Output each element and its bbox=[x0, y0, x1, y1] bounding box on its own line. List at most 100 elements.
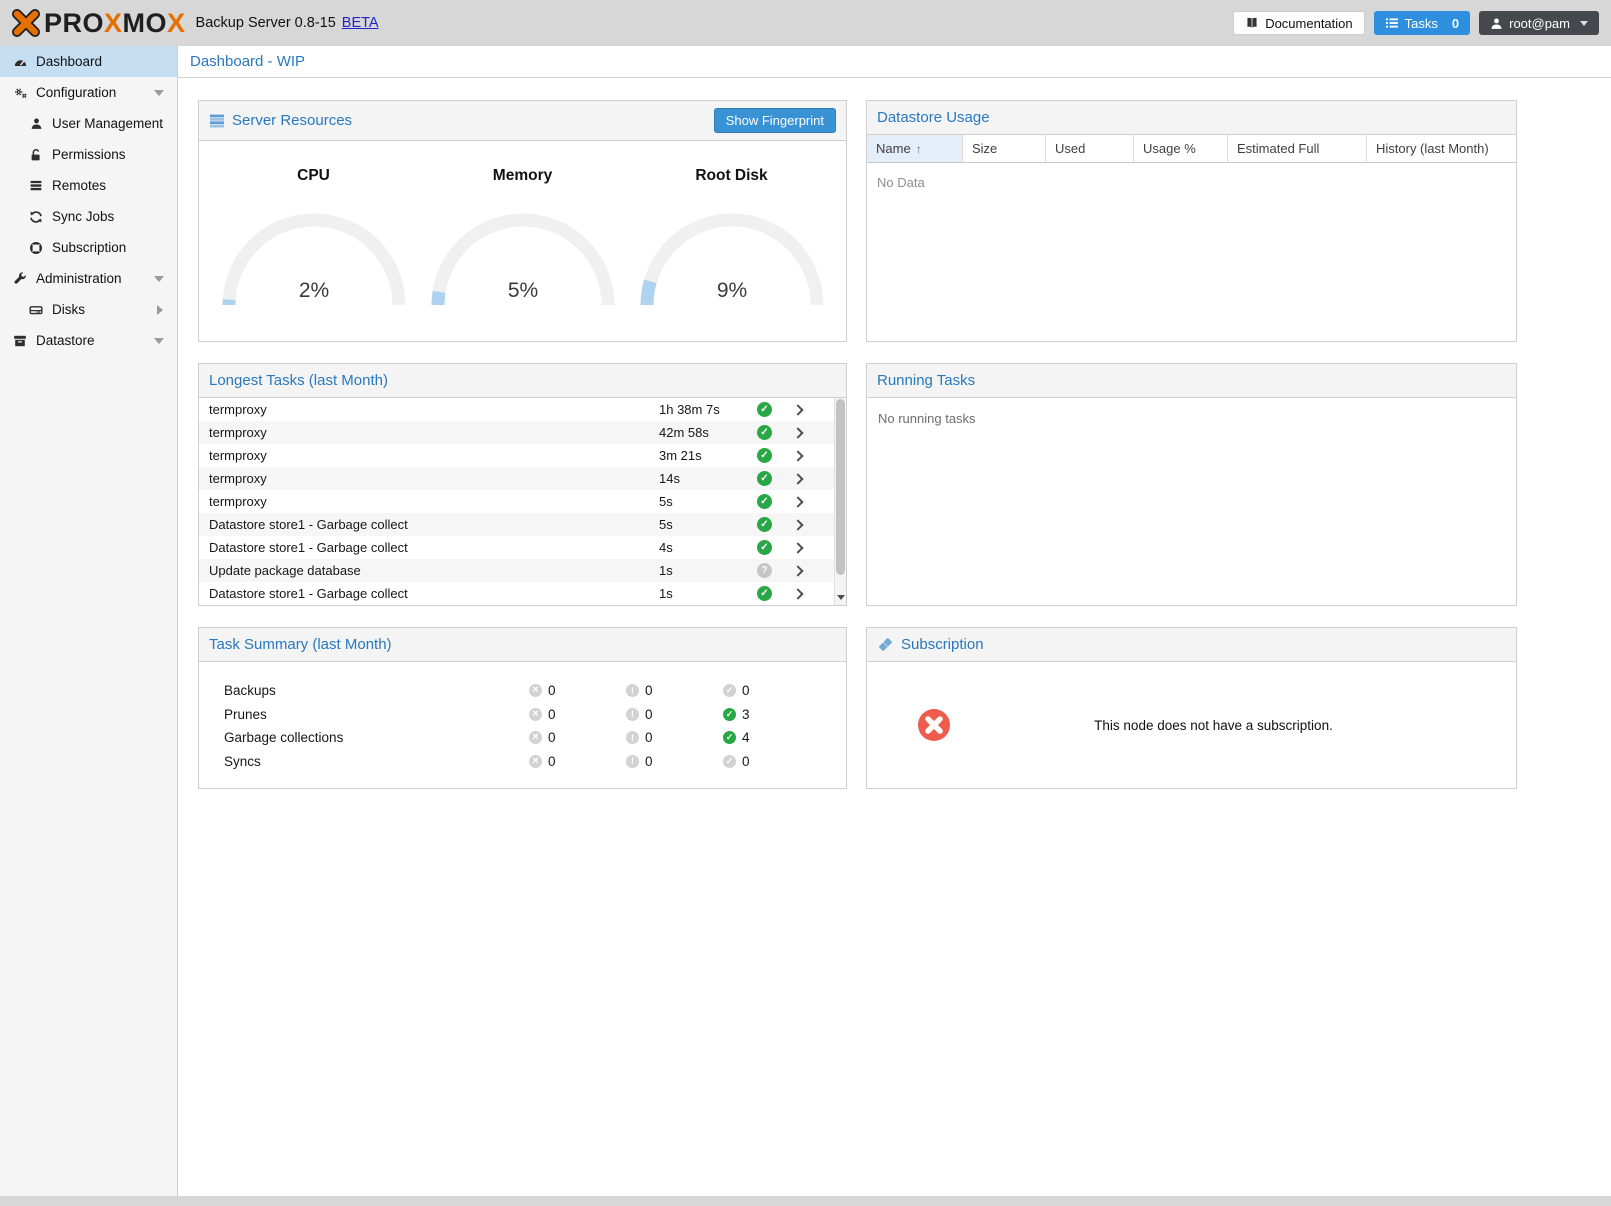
column-header-usage-pct[interactable]: Usage % bbox=[1134, 135, 1228, 162]
sidebar-item-subscription[interactable]: Subscription bbox=[0, 232, 177, 263]
task-row[interactable]: Datastore store1 - Garbage collect 4s bbox=[199, 536, 846, 559]
subscription-header: Subscription bbox=[867, 628, 1516, 662]
column-header-name[interactable]: Name ↑ bbox=[867, 135, 963, 162]
scrollbar-thumb[interactable] bbox=[836, 399, 845, 575]
user-menu-button[interactable]: root@pam bbox=[1479, 11, 1599, 35]
tasks-button[interactable]: Tasks 0 bbox=[1374, 11, 1470, 35]
task-row[interactable]: termproxy 14s bbox=[199, 467, 846, 490]
memory-gauge-value: 5% bbox=[507, 279, 537, 302]
task-row[interactable]: Datastore store1 - Garbage collect 1s bbox=[199, 582, 846, 605]
error-count: 0 bbox=[548, 754, 556, 769]
scroll-down-button[interactable] bbox=[835, 591, 846, 604]
chevron-right-icon[interactable] bbox=[792, 542, 803, 553]
column-header-used[interactable]: Used bbox=[1046, 135, 1134, 162]
chevron-down-icon bbox=[154, 90, 164, 96]
no-running-tasks-text: No running tasks bbox=[867, 398, 1516, 426]
chevron-right-icon[interactable] bbox=[792, 427, 803, 438]
sidebar-item-label: Remotes bbox=[52, 178, 106, 193]
task-status-icon bbox=[757, 448, 772, 463]
task-name: Update package database bbox=[199, 563, 659, 578]
sidebar-item-sync-jobs[interactable]: Sync Jobs bbox=[0, 201, 177, 232]
running-tasks-header: Running Tasks bbox=[867, 364, 1516, 398]
summary-row: Backups 0 0 0 bbox=[199, 679, 846, 703]
chevron-right-icon[interactable] bbox=[792, 565, 803, 576]
task-row[interactable]: Datastore store1 - Garbage collect 5s bbox=[199, 513, 846, 536]
sidebar-item-label: Dashboard bbox=[36, 54, 102, 69]
chevron-right-icon[interactable] bbox=[792, 588, 803, 599]
top-header-bar: PROXMOX Backup Server 0.8-15 BETA Docume… bbox=[0, 0, 1611, 46]
sidebar-item-permissions[interactable]: Permissions bbox=[0, 139, 177, 170]
task-list-icon bbox=[1385, 16, 1399, 30]
subscription-panel: Subscription This node does not have a s bbox=[866, 627, 1517, 789]
proxmox-logo-word: PROXMOX bbox=[44, 8, 186, 39]
task-row[interactable]: Update package database 1s bbox=[199, 559, 846, 582]
cpu-gauge-value: 2% bbox=[298, 279, 328, 302]
user-icon bbox=[1490, 17, 1503, 30]
sidebar-nav: Dashboard Configurat bbox=[0, 46, 178, 1196]
error-count: 0 bbox=[548, 707, 556, 722]
sidebar-item-label: Configuration bbox=[36, 85, 116, 100]
summary-label: Backups bbox=[199, 683, 529, 698]
chevron-right-icon[interactable] bbox=[792, 473, 803, 484]
ok-count-icon bbox=[723, 731, 736, 744]
server-resources-panel: Server Resources Show Fingerprint CPU 2% bbox=[198, 100, 847, 342]
error-count: 0 bbox=[548, 730, 556, 745]
task-duration: 1s bbox=[659, 563, 757, 578]
task-summary-title: Task Summary (last Month) bbox=[209, 636, 392, 653]
running-tasks-title: Running Tasks bbox=[877, 372, 975, 389]
column-header-size[interactable]: Size bbox=[963, 135, 1046, 162]
task-summary-header: Task Summary (last Month) bbox=[199, 628, 846, 662]
unlock-icon bbox=[28, 147, 44, 162]
ok-count: 3 bbox=[742, 707, 750, 722]
running-tasks-body: No running tasks bbox=[867, 398, 1516, 605]
product-subtitle: Backup Server 0.8-15 bbox=[196, 15, 336, 31]
sidebar-item-label: Subscription bbox=[52, 240, 126, 255]
task-row[interactable]: termproxy 5s bbox=[199, 490, 846, 513]
longest-tasks-title: Longest Tasks (last Month) bbox=[209, 372, 388, 389]
sidebar-item-configuration[interactable]: Configuration bbox=[0, 77, 177, 108]
ok-count: 0 bbox=[742, 683, 750, 698]
chevron-right-icon[interactable] bbox=[792, 450, 803, 461]
sort-ascending-icon: ↑ bbox=[916, 142, 922, 156]
documentation-button[interactable]: Documentation bbox=[1233, 11, 1364, 35]
error-count-icon bbox=[529, 684, 542, 697]
show-fingerprint-button[interactable]: Show Fingerprint bbox=[714, 108, 836, 133]
user-name-label: root@pam bbox=[1509, 16, 1570, 31]
task-status-icon bbox=[757, 540, 772, 555]
task-summary-body: Backups 0 0 0 Prunes 0 0 3 Garbage c bbox=[199, 662, 846, 788]
sidebar-item-user-management[interactable]: User Management bbox=[0, 108, 177, 139]
longest-tasks-list: termproxy 1h 38m 7s termproxy 42m 58s bbox=[199, 398, 846, 605]
beta-link[interactable]: BETA bbox=[342, 15, 379, 31]
task-row[interactable]: termproxy 3m 21s bbox=[199, 444, 846, 467]
task-status-icon bbox=[757, 563, 772, 578]
datastore-usage-table: Name ↑ Size Used Usage % Estimated Full … bbox=[867, 135, 1516, 341]
sidebar-item-administration[interactable]: Administration bbox=[0, 263, 177, 294]
sidebar-item-disks[interactable]: Disks bbox=[0, 294, 177, 325]
chevron-right-icon[interactable] bbox=[792, 404, 803, 415]
dashboard-icon bbox=[12, 54, 28, 69]
ok-count-icon bbox=[723, 684, 736, 697]
column-header-estimated-full[interactable]: Estimated Full bbox=[1228, 135, 1367, 162]
task-name: Datastore store1 - Garbage collect bbox=[199, 517, 659, 532]
task-summary-panel: Task Summary (last Month) Backups 0 0 0 … bbox=[198, 627, 847, 789]
task-status-icon bbox=[757, 517, 772, 532]
server-resources-title: Server Resources bbox=[232, 112, 352, 129]
task-row[interactable]: termproxy 42m 58s bbox=[199, 421, 846, 444]
sidebar-item-label: User Management bbox=[52, 116, 163, 131]
chevron-right-icon[interactable] bbox=[792, 496, 803, 507]
vertical-scrollbar[interactable] bbox=[834, 398, 846, 605]
sidebar-item-dashboard[interactable]: Dashboard bbox=[0, 46, 177, 77]
chevron-right-icon[interactable] bbox=[792, 519, 803, 530]
wrench-icon bbox=[12, 271, 28, 286]
error-count-icon bbox=[529, 708, 542, 721]
task-duration: 4s bbox=[659, 540, 757, 555]
task-status-icon bbox=[757, 494, 772, 509]
summary-row: Syncs 0 0 0 bbox=[199, 750, 846, 774]
task-row[interactable]: termproxy 1h 38m 7s bbox=[199, 398, 846, 421]
column-header-history[interactable]: History (last Month) bbox=[1367, 135, 1516, 162]
sidebar-item-datastore[interactable]: Datastore bbox=[0, 325, 177, 356]
sidebar-item-remotes[interactable]: Remotes bbox=[0, 170, 177, 201]
warning-count: 0 bbox=[645, 754, 653, 769]
sidebar-item-label: Permissions bbox=[52, 147, 126, 162]
server-resources-icon bbox=[209, 113, 225, 129]
